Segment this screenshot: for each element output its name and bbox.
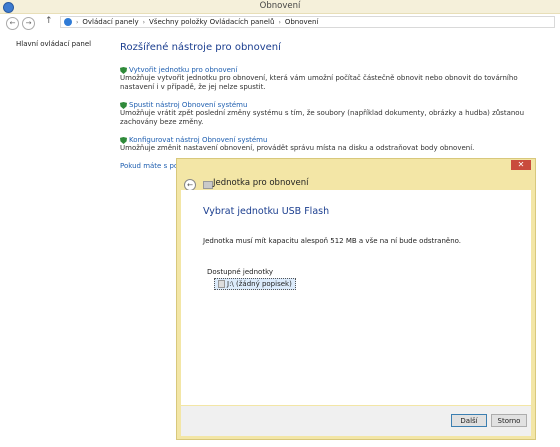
- window-titlebar: Obnovení: [0, 0, 560, 14]
- window-title: Obnovení: [259, 1, 301, 11]
- tool-description: Umožňuje vrátit zpět poslední změny syst…: [120, 109, 525, 126]
- drive-icon: [218, 280, 225, 288]
- dialog-heading: Vybrat jednotku USB Flash: [203, 206, 330, 217]
- breadcrumb[interactable]: › Ovládací panely › Všechny položky Ovlá…: [60, 16, 555, 28]
- drive-label: J:\ (žádný popisek): [227, 280, 292, 288]
- tool-link-label[interactable]: Vytvořit jednotku pro obnovení: [129, 66, 237, 74]
- breadcrumb-item[interactable]: Obnovení: [285, 18, 319, 26]
- breadcrumb-item[interactable]: Ovládací panely: [82, 18, 138, 26]
- forward-button[interactable]: →: [22, 17, 35, 30]
- next-button[interactable]: Další: [451, 414, 487, 427]
- drive-list-item[interactable]: J:\ (žádný popisek): [214, 278, 296, 290]
- cancel-button[interactable]: Storno: [491, 414, 527, 427]
- drives-label: Dostupné jednotky: [207, 268, 274, 276]
- dialog-body: Vybrat jednotku USB Flash Jednotka musí …: [181, 190, 531, 405]
- shield-icon: [120, 66, 127, 74]
- breadcrumb-item[interactable]: Všechny položky Ovládacích panelů: [149, 18, 274, 26]
- dialog-description: Jednotka musí mít kapacitu alespoň 512 M…: [203, 237, 462, 245]
- up-icon[interactable]: ↑: [45, 16, 53, 26]
- main-content: Rozšířené nástroje pro obnovení Vytvořit…: [120, 42, 550, 170]
- tool-system-restore: Spustit nástroj Obnovení systému Umožňuj…: [120, 101, 550, 127]
- shield-icon: [120, 101, 127, 109]
- recovery-drive-dialog: ✕ ← Jednotka pro obnovení Vybrat jednotk…: [176, 158, 536, 440]
- close-button[interactable]: ✕: [511, 160, 531, 170]
- tool-description: Umožňuje vytvořit jednotku pro obnovení,…: [120, 74, 518, 91]
- tool-description: Umožňuje změnit nastavení obnovení, prov…: [120, 144, 475, 152]
- create-recovery-drive-link[interactable]: Vytvořit jednotku pro obnovení: [120, 66, 550, 74]
- tool-link-label[interactable]: Konfigurovat nástroj Obnovení systému: [129, 136, 267, 144]
- configure-system-restore-link[interactable]: Konfigurovat nástroj Obnovení systému: [120, 136, 550, 144]
- back-button[interactable]: ←: [6, 17, 19, 30]
- address-bar: ← → ↑ › Ovládací panely › Všechny položk…: [0, 14, 560, 30]
- sidebar-home-link[interactable]: Hlavní ovládací panel: [16, 40, 91, 48]
- open-system-restore-link[interactable]: Spustit nástroj Obnovení systému: [120, 101, 550, 109]
- control-panel-icon: [64, 18, 72, 26]
- tool-create-recovery-drive: Vytvořit jednotku pro obnovení Umožňuje …: [120, 66, 550, 92]
- shield-icon: [120, 136, 127, 144]
- page-title: Rozšířené nástroje pro obnovení: [120, 42, 281, 53]
- drive-icon: [203, 181, 213, 189]
- dialog-footer: Další Storno: [181, 406, 531, 436]
- tool-configure-restore: Konfigurovat nástroj Obnovení systému Um…: [120, 136, 550, 153]
- dialog-title: Jednotka pro obnovení: [213, 178, 309, 188]
- tool-link-label[interactable]: Spustit nástroj Obnovení systému: [129, 101, 247, 109]
